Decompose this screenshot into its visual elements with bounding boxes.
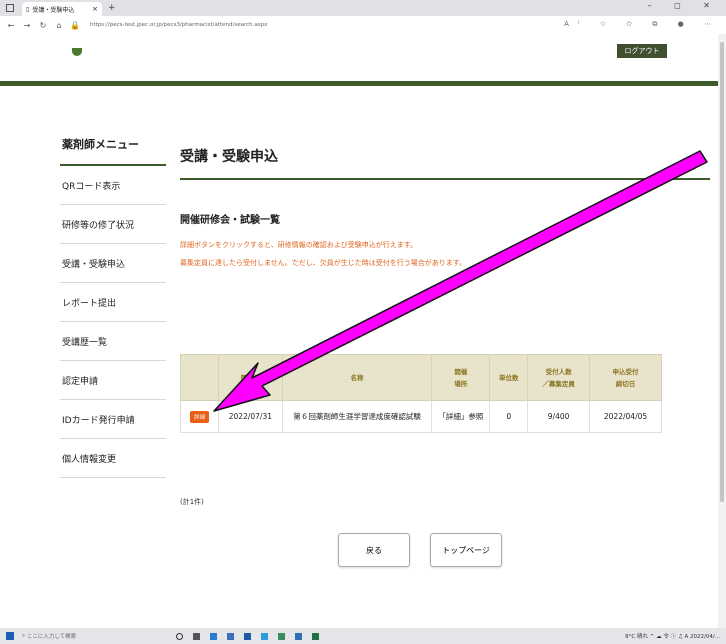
- annotation-arrow: [213, 150, 708, 412]
- windows-taskbar: ⌕ ここに入力して検索 8°C 晴れ ^ ☁ 令 ⓘ ♫ A 2022/04/.…: [0, 628, 726, 644]
- task-view-icon[interactable]: [176, 632, 183, 640]
- system-tray[interactable]: 8°C 晴れ ^ ☁ 令 ⓘ ♫ A 2022/04/...: [625, 632, 720, 640]
- windows-start-icon[interactable]: [6, 632, 14, 640]
- excel-icon[interactable]: [312, 632, 319, 640]
- mail-icon[interactable]: [244, 632, 251, 640]
- taskbar-search[interactable]: ⌕ ここに入力して検索: [22, 630, 142, 642]
- taskbar-search-placeholder: ここに入力して検索: [26, 634, 77, 640]
- taskbar-apps: [176, 632, 319, 640]
- edge-icon[interactable]: [261, 632, 268, 640]
- app-icon[interactable]: [295, 632, 302, 640]
- annotation-arrow-shape: [213, 150, 708, 412]
- app-icon[interactable]: [278, 632, 285, 640]
- store-icon[interactable]: [227, 632, 234, 640]
- explorer-icon[interactable]: [210, 632, 217, 640]
- widgets-icon[interactable]: [193, 632, 200, 640]
